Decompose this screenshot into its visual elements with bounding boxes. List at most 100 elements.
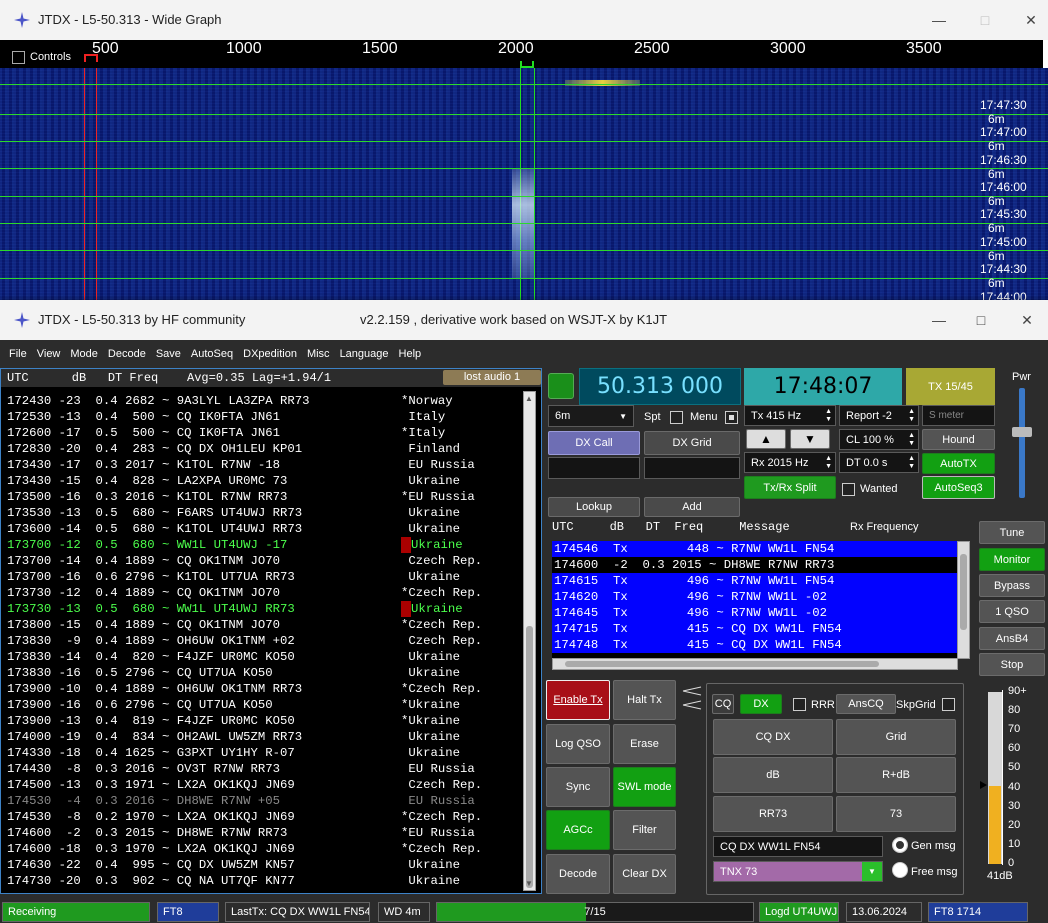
agcc-button[interactable]: AGCc <box>546 810 610 850</box>
cl-spinbox[interactable]: CL 100 % ▲ ▼ <box>839 429 919 450</box>
controls-checkbox[interactable] <box>12 50 25 65</box>
spt-checkbox[interactable] <box>670 410 683 425</box>
menu-autoseq[interactable]: AutoSeq <box>191 348 233 360</box>
ansb4-button[interactable]: AnsB4 <box>979 627 1045 650</box>
decode-button[interactable]: Decode <box>546 854 610 894</box>
wanted-checkbox[interactable] <box>842 482 855 497</box>
free-msg-radio[interactable] <box>892 862 908 878</box>
decode-row[interactable]: 172600 -17 0.5 500 ~ CQ IK0FTA JN61 *Ital… <box>7 425 519 441</box>
decode-row[interactable]: 172830 -20 0.4 283 ~ CQ DX OH1LEU KP01 F… <box>7 441 519 457</box>
decode-row[interactable]: 174000 -19 0.4 834 ~ OH2AWL UW5ZM RR73 U… <box>7 729 519 745</box>
close-button[interactable]: ✕ <box>1004 300 1048 340</box>
decode-row[interactable]: 174730 -20 0.3 902 ~ CQ NA UT7QF KN77 Uk… <box>7 873 519 889</box>
decode-row[interactable]: 173430 -17 0.3 2017 ~ K1TOL R7NW -18 EU … <box>7 457 519 473</box>
maximize-button[interactable]: □ <box>962 0 1008 40</box>
decode-row[interactable]: 173700 -14 0.4 1889 ~ CQ OK1TNM JO70 Cze… <box>7 553 519 569</box>
decode-row[interactable]: 174600 -2 0.3 2015 ~ DH8WE R7NW RR73 *EU … <box>7 825 519 841</box>
band-activity-pane[interactable]: UTC dB DT Freq Avg=0.35 Lag=+1.94/1 lost… <box>0 368 542 894</box>
bypass-button[interactable]: Bypass <box>979 574 1045 597</box>
macro-rdb-button[interactable]: R+dB <box>836 757 956 793</box>
decode-row[interactable]: 173830 -14 0.4 820 ~ F4JZF UR0MC KO50 Uk… <box>7 649 519 665</box>
menu-view[interactable]: View <box>37 348 61 360</box>
tune-button[interactable]: Tune <box>979 521 1045 544</box>
decode-row[interactable]: 174500 -13 0.3 1971 ~ LX2A OK1KQJ JN69 C… <box>7 777 519 793</box>
stop-button[interactable]: Stop <box>979 653 1045 676</box>
scroll-up-icon[interactable]: ▲ <box>525 394 533 403</box>
autotx-button[interactable]: AutoTX <box>922 453 995 474</box>
scroll-thumb[interactable] <box>526 626 533 888</box>
decode-row[interactable]: 174330 -18 0.4 1625 ~ G3PXT UY1HY R-07 U… <box>7 745 519 761</box>
decode-row[interactable]: 173700 -16 0.6 2796 ~ K1TOL UT7UA RR73 U… <box>7 569 519 585</box>
decode-row[interactable]: 174530 -8 0.2 1970 ~ LX2A OK1KQJ JN69 *Cz… <box>7 809 519 825</box>
decode-row[interactable]: 173500 -16 0.3 2016 ~ K1TOL R7NW RR73 *EU… <box>7 489 519 505</box>
menu-help[interactable]: Help <box>399 348 422 360</box>
macro-73-button[interactable]: 73 <box>836 796 956 832</box>
clear-dx-button[interactable]: Clear DX <box>613 854 676 894</box>
decode-row[interactable]: 173830 -9 0.4 1889 ~ OH6UW OK1TNM +02 Cz… <box>7 633 519 649</box>
frequency-display[interactable]: 50.313 000 <box>579 368 741 405</box>
filter-button[interactable]: Filter <box>613 810 676 850</box>
dt-spinbox[interactable]: DT 0.0 s ▲ ▼ <box>839 452 919 473</box>
dx-call-input[interactable] <box>548 457 640 479</box>
free-msg-combo[interactable]: TNX 73 ▼ <box>713 861 883 882</box>
waterfall-display[interactable]: 17:47:30 6m 17:47:00 6m 17:46:30 6m 17:4… <box>0 68 1048 300</box>
menu-decode[interactable]: Decode <box>108 348 146 360</box>
decode-row[interactable]: 172430 -23 0.4 2682 ~ 9A3LYL LA3ZPA RR73… <box>7 393 519 409</box>
gen-msg-field[interactable]: CQ DX WW1L FN54 <box>713 836 883 857</box>
decode-row[interactable]: 173730 -13 0.5 680 ~ WW1L UT4UWJ RR73 Ukr… <box>7 601 519 617</box>
rx-freq-spinbox[interactable]: Rx 2015 Hz ▲ ▼ <box>744 452 836 473</box>
decode-row[interactable]: 173800 -15 0.4 1889 ~ CQ OK1TNM JO70 *Cze… <box>7 617 519 633</box>
autoseq3-button[interactable]: AutoSeq3 <box>922 476 995 499</box>
decode-row[interactable]: 173700 -12 0.5 680 ~ WW1L UT4UWJ -17 Ukra… <box>7 537 519 553</box>
menu-dxpedition[interactable]: DXpedition <box>243 348 297 360</box>
rx-frequency-list[interactable]: 174546 Tx 448 ~ R7NW WW1L FN54 174600 -2 … <box>552 541 958 659</box>
macro-grid-button[interactable]: Grid <box>836 719 956 755</box>
rx-list-row[interactable]: 174546 Tx 448 ~ R7NW WW1L FN54 <box>552 541 958 557</box>
monitor-button[interactable]: Monitor <box>979 548 1045 571</box>
menu-mode[interactable]: Mode <box>70 348 98 360</box>
rx-list-row[interactable]: 174600 -2 0.3 2015 ~ DH8WE R7NW RR73 <box>552 557 958 573</box>
rx-list-row[interactable]: 174748 Tx 415 ~ CQ DX WW1L FN54 <box>552 637 958 653</box>
scroll-down-icon[interactable]: ▼ <box>525 879 533 888</box>
decode-row[interactable]: 174430 -8 0.3 2016 ~ OV3T R7NW RR73 EU R… <box>7 761 519 777</box>
dx-grid-button[interactable]: DX Grid <box>644 431 740 455</box>
dx-call-button[interactable]: DX Call <box>548 431 640 455</box>
rx-list-row[interactable]: 174620 Tx 496 ~ R7NW WW1L -02 <box>552 589 958 605</box>
swl-mode-button[interactable]: SWL mode <box>613 767 676 807</box>
decode-row[interactable]: 173900 -13 0.4 819 ~ F4JZF UR0MC KO50 *Uk… <box>7 713 519 729</box>
dx-button[interactable]: DX <box>740 694 782 714</box>
tx-rx-split-button[interactable]: Tx/Rx Split <box>744 476 836 499</box>
decode-row[interactable]: 173900 -10 0.4 1889 ~ OH6UW OK1TNM RR73 *… <box>7 681 519 697</box>
frequency-ruler[interactable]: Controls 500 1000 1500 2000 2500 3000 35… <box>0 40 1048 68</box>
minimize-button[interactable]: — <box>916 300 962 340</box>
decode-row[interactable]: 173830 -16 0.5 2796 ~ CQ UT7UA KO50 Ukra… <box>7 665 519 681</box>
sync-button[interactable]: Sync <box>546 767 610 807</box>
tx-up-button[interactable]: ▲ <box>746 429 786 449</box>
one-qso-button[interactable]: 1 QSO <box>979 600 1045 623</box>
decode-row[interactable]: 173600 -14 0.5 680 ~ K1TOL UT4UWJ RR73 U… <box>7 521 519 537</box>
macro-db-button[interactable]: dB <box>713 757 833 793</box>
band-select[interactable]: 6m ▼ <box>548 405 634 427</box>
decode-row[interactable]: 173530 -13 0.5 680 ~ F6ARS UT4UWJ RR73 U… <box>7 505 519 521</box>
menu-checkbox[interactable] <box>725 410 738 425</box>
rrr-checkbox[interactable] <box>793 697 806 712</box>
gen-msg-radio[interactable] <box>892 837 908 853</box>
lookup-button[interactable]: Lookup <box>548 497 640 517</box>
add-button[interactable]: Add <box>644 497 740 517</box>
tx-period-display[interactable]: TX 15/45 <box>906 368 995 405</box>
log-qso-button[interactable]: Log QSO <box>546 724 610 764</box>
rx-list-row[interactable]: 174615 Tx 496 ~ R7NW WW1L FN54 <box>552 573 958 589</box>
decode-list[interactable]: 172430 -23 0.4 2682 ~ 9A3LYL LA3ZPA RR73… <box>7 393 519 889</box>
hound-button[interactable]: Hound <box>922 429 995 450</box>
menu-file[interactable]: File <box>9 348 27 360</box>
dx-grid-input[interactable] <box>644 457 740 479</box>
tx-down-button[interactable]: ▼ <box>790 429 830 449</box>
decode-row[interactable]: 173430 -15 0.4 828 ~ LA2XPA UR0MC 73 Ukr… <box>7 473 519 489</box>
decode-scrollbar[interactable]: ▲ ▼ <box>523 391 536 891</box>
minimize-button[interactable]: — <box>916 0 962 40</box>
skpgrid-checkbox[interactable] <box>942 697 955 712</box>
erase-button[interactable]: Erase <box>613 724 676 764</box>
enable-tx-button[interactable]: Enable Tx <box>546 680 610 720</box>
decode-row[interactable]: 173900 -16 0.6 2796 ~ CQ UT7UA KO50 *Ukra… <box>7 697 519 713</box>
decode-row[interactable]: 173730 -12 0.4 1889 ~ CQ OK1TNM JO70 *Cze… <box>7 585 519 601</box>
